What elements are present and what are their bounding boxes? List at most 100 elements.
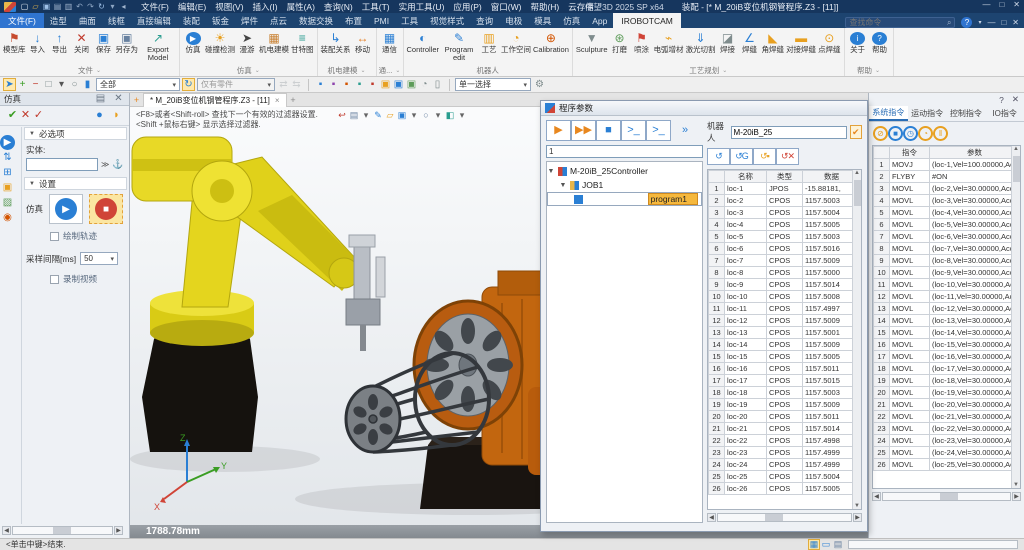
ribbon-tab[interactable]: 视觉样式 [424,13,470,28]
pin-icon[interactable]: ◗ [110,109,123,122]
table-row[interactable]: 20loc-20CPOS1157.5011 [709,411,861,423]
stop-pick-icon[interactable]: ▯ [431,78,444,91]
table-row[interactable]: 4MOVL(loc-3,Vel=30.00000,Acc=40.0 [874,195,1020,207]
lasso-icon[interactable]: ○ [68,78,81,91]
window-minimize-button[interactable]: — [982,0,990,9]
scrollbar-thumb[interactable] [1013,156,1020,182]
table-row[interactable]: 21MOVL(loc-20,Vel=30.00000,Acc=40. [874,399,1020,411]
tab-file[interactable]: 文件(F) [0,13,44,28]
menu-item[interactable]: 窗口(W) [491,1,522,13]
filter-dropdown[interactable]: 全部▾ [96,78,180,91]
ribbon-tab[interactable]: 布置 [339,13,368,28]
robot-tool[interactable] [346,235,385,351]
settings-icon[interactable]: ⚙ [533,78,546,91]
menu-item[interactable]: 应用(P) [453,1,481,13]
group-expander-icon[interactable]: ⌄ [395,67,400,74]
ribbon-button[interactable]: ⊕Calibration [532,29,570,55]
wireframe-mode-icon[interactable]: ○ [420,109,432,121]
ribbon-button[interactable]: ✕关闭 [71,29,93,55]
group-expander-icon[interactable]: ⌄ [875,67,880,74]
window-close-button[interactable]: ✕ [1013,0,1020,9]
ribbon-button[interactable]: ↗Export Model [139,29,177,64]
table-row[interactable]: 26MOVL(loc-25,Vel=30.00000,Acc=40. [874,459,1020,471]
stop-command-icon[interactable]: ■ [888,126,903,141]
help-icon[interactable]: ? [961,17,972,28]
ribbon-button[interactable]: ▥工艺 [478,29,500,55]
ribbon-button[interactable]: ◐Controller [406,29,441,55]
table-row[interactable]: 26loc-26CPOS1157.5005 [709,483,861,495]
sketch-edit-icon[interactable]: ✎ [372,109,384,121]
table-row[interactable]: 10MOVL(loc-9,Vel=30.00000,Acc=40.0 [874,267,1020,279]
view-cube-icon[interactable]: ◧ [444,109,456,121]
record-video-checkbox[interactable] [50,275,59,284]
menu-item[interactable]: 属性(A) [287,1,315,13]
tab-close-icon[interactable]: × [275,96,280,105]
print-icon[interactable]: ▤ [52,1,63,12]
apply-icon[interactable]: ✓ [32,109,45,122]
layers-icon[interactable]: ▤ [348,109,360,121]
select-sketch-icon[interactable]: ▣ [405,78,418,91]
redo-icon[interactable]: ↷ [85,1,96,12]
refresh-filter-icon[interactable]: ↻ [182,78,195,91]
scroll-right-icon[interactable]: ▶ [114,526,123,535]
ribbon-button[interactable]: ◪焊接 [717,29,739,55]
tree-item-controller[interactable]: ▼ M-20iB_25Controller [547,164,702,178]
panel-help-icon[interactable]: ? [999,95,1004,105]
table-row[interactable]: 19MOVL(loc-18,Vel=30.00000,Acc=40. [874,375,1020,387]
ribbon-tab[interactable]: 点云 [264,13,293,28]
ribbon-tab[interactable]: 线框 [102,13,131,28]
panel-close-icon[interactable]: ✕ [1012,94,1019,105]
table-row[interactable]: 20MOVL(loc-19,Vel=30.00000,Acc=40. [874,387,1020,399]
table-row[interactable]: 10loc-10CPOS1157.5008 [709,291,861,303]
ribbon-tab[interactable]: 电极 [499,13,528,28]
caret-down-icon[interactable]: ▾ [432,109,444,121]
command-tab[interactable]: 运动指令 [908,106,947,121]
pick-filter-icon[interactable]: ➤ [3,78,16,91]
save-icon[interactable]: ▣ [41,1,52,12]
ribbon-tab[interactable]: 查询 [470,13,499,28]
caret-down-icon[interactable]: ▾ [55,78,68,91]
table-row[interactable]: 18MOVL(loc-17,Vel=30.00000,Acc=40. [874,363,1020,375]
search-input[interactable] [849,18,939,27]
new-file-icon[interactable]: ▢ [19,1,30,12]
user-icon[interactable]: ◉ [0,210,15,225]
table-row[interactable]: 5loc-5CPOS1157.5003 [709,231,861,243]
play-icon[interactable]: ▶ [546,120,571,141]
mdi-close-button[interactable]: ✕ [1012,18,1019,27]
entity-input[interactable] [26,158,98,171]
select-assembly-icon[interactable]: ▣ [379,78,392,91]
table-row[interactable]: 25MOVL(loc-24,Vel=30.00000,Acc=40. [874,447,1020,459]
ribbon-button[interactable]: ➤漫游 [236,29,258,55]
robot-name-field[interactable] [731,126,847,139]
panel-close-icon[interactable]: ✕ [112,93,125,106]
stop-icon[interactable]: ■ [596,120,621,141]
column-header[interactable]: 参数 [930,147,1020,159]
record-point-group-icon[interactable]: ↺G [730,148,753,165]
ribbon-button[interactable]: ☀碰撞检测 [204,29,236,55]
table-row[interactable]: 8MOVL(loc-7,Vel=30.00000,Acc=40.0 [874,243,1020,255]
ribbon-button[interactable]: ⊛打磨 [609,29,631,55]
group-expander-icon[interactable]: ⌄ [722,67,727,74]
ok-icon[interactable]: ✔ [6,109,19,122]
table-row[interactable]: 2FLYBY#ON [874,171,1020,183]
ribbon-button[interactable]: ▣另存为 [115,29,140,55]
ribbon-button[interactable]: ↑导出 [49,29,71,55]
constraint-icon[interactable]: ⇅ [0,150,15,165]
menu-item[interactable]: 工具(T) [362,1,390,13]
expand-caret-icon[interactable]: ▼ [559,182,567,189]
hierarchy-icon[interactable]: ⊞ [0,165,15,180]
table-row[interactable]: 8loc-8CPOS1157.5000 [709,267,861,279]
ribbon-button[interactable]: ⇓激光切割 [685,29,717,55]
caret-down-icon[interactable]: ▾ [360,109,372,121]
timer-icon[interactable]: ◷ [903,126,918,141]
table-row[interactable]: 12loc-12CPOS1157.5009 [709,315,861,327]
remove-entity-icon[interactable]: − [29,78,42,91]
ribbon-button[interactable]: ≡甘特图 [290,29,315,55]
table-row[interactable]: 23MOVL(loc-22,Vel=30.00000,Acc=40. [874,423,1020,435]
group-expander-icon[interactable]: ⌄ [360,67,365,74]
ribbon-button[interactable]: ▬对接焊缝 [785,29,817,55]
ribbon-button[interactable]: ⌁电弧增材 [653,29,685,55]
confirm-robot-icon[interactable]: ✔ [850,125,862,139]
ribbon-tab[interactable]: App [586,13,613,28]
folder-icon[interactable]: ▱ [384,109,396,121]
